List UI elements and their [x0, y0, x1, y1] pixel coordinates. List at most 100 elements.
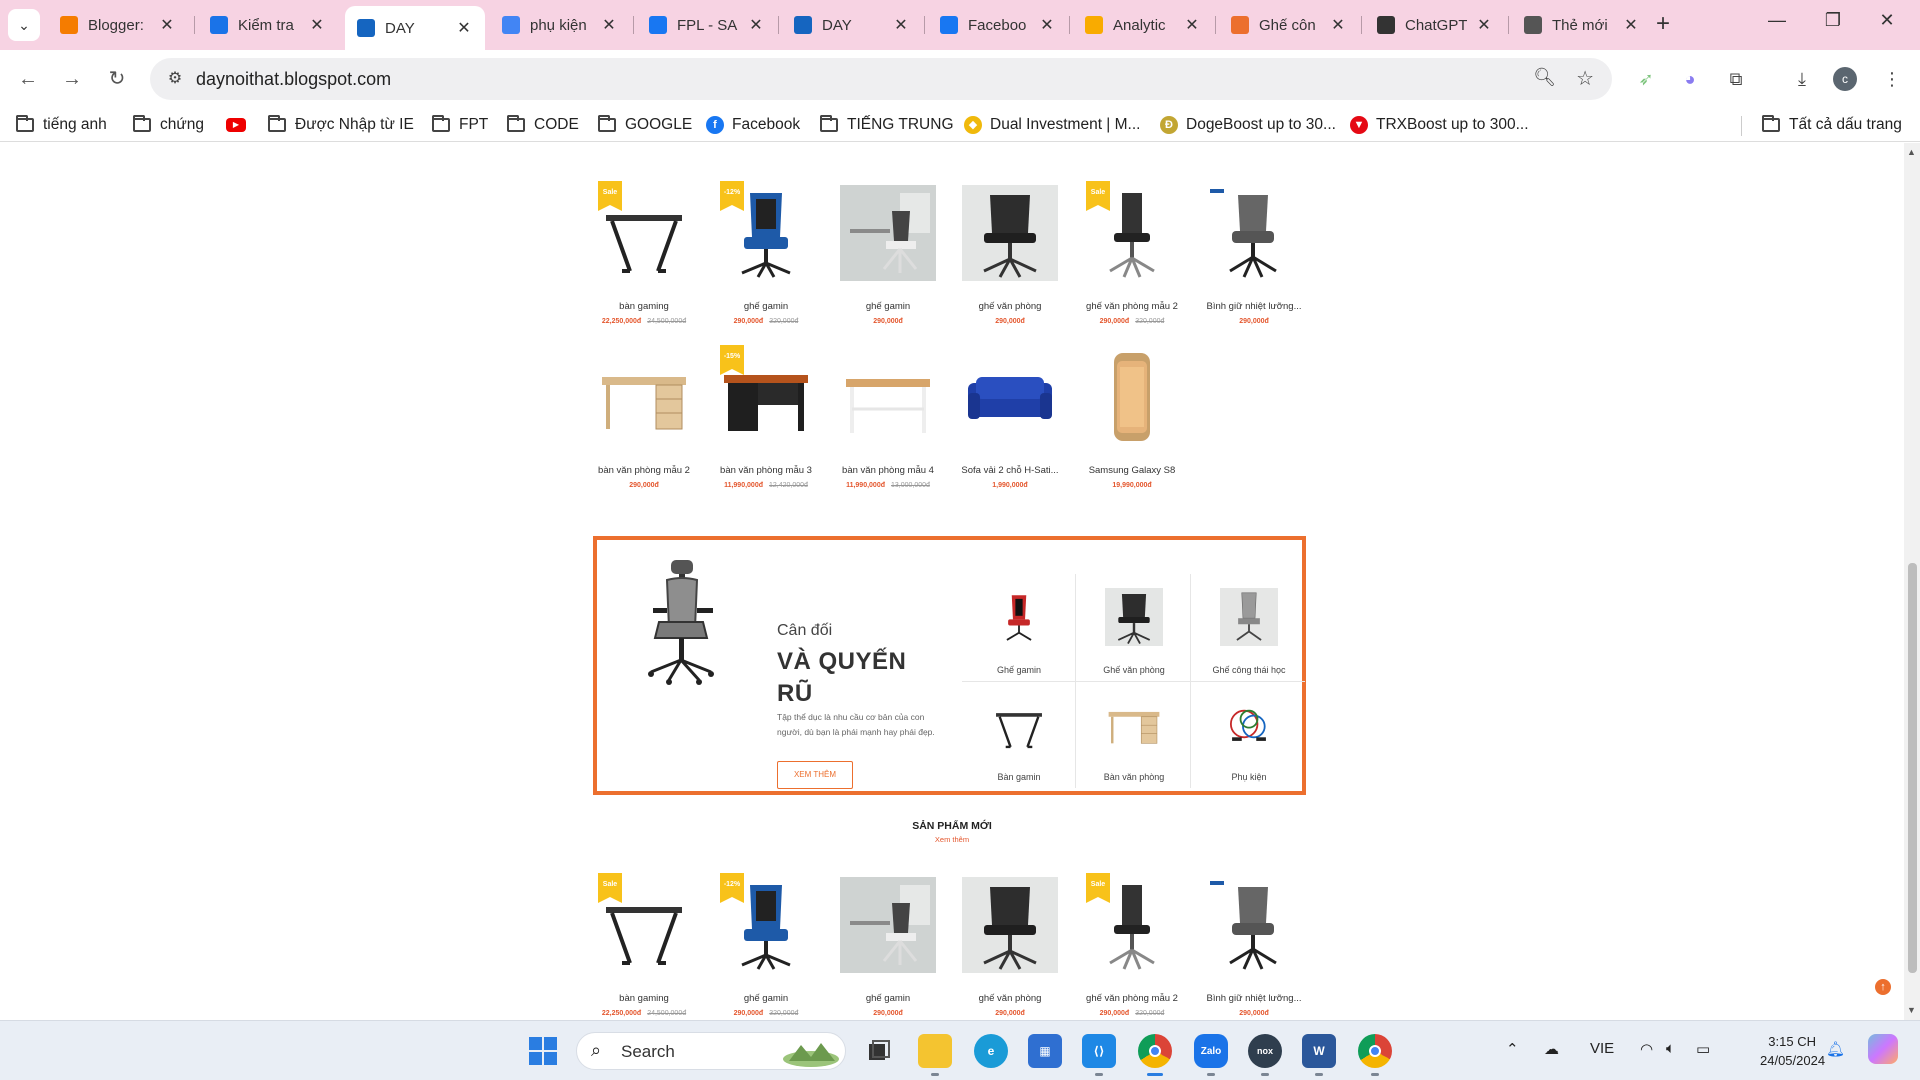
- product-card[interactable]: ghế văn phòng 290,000đ: [955, 181, 1065, 325]
- bookmark-7[interactable]: GOOGLE: [598, 114, 692, 136]
- edge-icon[interactable]: e: [974, 1034, 1008, 1068]
- product-card[interactable]: ghế gamin 290,000đ: [833, 181, 943, 325]
- product-name[interactable]: ghế văn phòng: [955, 993, 1065, 1004]
- product-image[interactable]: Sale: [592, 181, 696, 285]
- product-name[interactable]: Bình giữ nhiệt lưỡng...: [1199, 301, 1309, 312]
- product-name[interactable]: bàn văn phòng mẫu 4: [833, 465, 943, 476]
- banner-category-2[interactable]: Ghế văn phòng: [1077, 574, 1191, 681]
- close-tab-icon[interactable]: ✕: [1622, 15, 1640, 35]
- product-card[interactable]: Bình giữ nhiệt lưỡng... 290,000đ: [1199, 873, 1309, 1017]
- close-tab-icon[interactable]: ✕: [158, 15, 176, 35]
- product-name[interactable]: bàn văn phòng mẫu 3: [711, 465, 821, 476]
- profile-avatar[interactable]: c: [1833, 67, 1857, 91]
- product-image[interactable]: -15%: [714, 345, 818, 449]
- bookmark-8[interactable]: f Facebook: [706, 114, 800, 136]
- product-image[interactable]: [836, 873, 940, 977]
- banner-cta-button[interactable]: XEM THÊM: [777, 761, 853, 789]
- banner-category-4[interactable]: Bàn gamin: [962, 681, 1076, 788]
- product-image[interactable]: Sale: [1080, 873, 1184, 977]
- restore-button[interactable]: ❐: [1810, 10, 1856, 31]
- tab-5[interactable]: FPL - SA ✕: [637, 6, 777, 44]
- windows-start-icon[interactable]: [526, 1034, 560, 1068]
- close-tab-icon[interactable]: ✕: [455, 18, 473, 38]
- extensions-puzzle-icon[interactable]: ⧉: [1722, 65, 1750, 93]
- banner-category-6[interactable]: Phụ kiện: [1192, 681, 1306, 788]
- tab-6[interactable]: DAY ✕: [782, 6, 922, 44]
- tab-3[interactable]: DAY ✕: [345, 6, 485, 50]
- wifi-icon[interactable]: ◠: [1640, 1040, 1653, 1058]
- notification-bell-icon[interactable]: 🔔︎: [1826, 1040, 1845, 1058]
- tab-8[interactable]: Analytic ✕: [1073, 6, 1213, 44]
- file-explorer-icon[interactable]: [918, 1034, 952, 1076]
- product-card[interactable]: Bình giữ nhiệt lưỡng... 290,000đ: [1199, 181, 1309, 325]
- bookmark-12[interactable]: ▼ TRXBoost up to 300...: [1350, 114, 1529, 136]
- close-tab-icon[interactable]: ✕: [308, 15, 326, 35]
- scroll-up-arrow-icon[interactable]: ▲: [1907, 147, 1916, 157]
- bookmark-6[interactable]: CODE: [507, 114, 579, 136]
- product-card[interactable]: -12% ghế gamin 290,000đ 320,000đ: [711, 181, 821, 325]
- minimize-button[interactable]: —: [1754, 10, 1800, 31]
- task-view-icon[interactable]: [862, 1034, 896, 1068]
- product-name[interactable]: Bình giữ nhiệt lưỡng...: [1199, 993, 1309, 1004]
- chevron-up-icon[interactable]: ⌃: [1506, 1040, 1519, 1058]
- product-card[interactable]: bàn văn phòng mẫu 4 11,990,000đ 13,000,000…: [833, 345, 943, 489]
- volume-icon[interactable]: 🔈︎: [1666, 1040, 1675, 1057]
- bookmark-3[interactable]: ▶: [226, 114, 254, 136]
- reload-button[interactable]: ↻: [103, 65, 131, 93]
- bookmark-1[interactable]: tiếng anh: [16, 114, 107, 136]
- product-name[interactable]: ghế gamin: [833, 993, 943, 1004]
- extension-leaf-icon[interactable]: ➶: [1632, 65, 1660, 93]
- extension-purple-icon[interactable]: ◕: [1676, 65, 1704, 93]
- bookmark-13[interactable]: Tất cả dấu trang: [1762, 114, 1902, 136]
- product-image[interactable]: [958, 873, 1062, 977]
- scrollbar-thumb[interactable]: [1908, 563, 1917, 973]
- close-tab-icon[interactable]: ✕: [600, 15, 618, 35]
- forward-button[interactable]: →: [58, 65, 86, 93]
- scroll-down-arrow-icon[interactable]: ▼: [1907, 1005, 1916, 1015]
- product-card[interactable]: Sofa vải 2 chỗ H-Sati... 1,990,000đ: [955, 345, 1065, 489]
- chrome-profile-icon[interactable]: [1358, 1034, 1392, 1076]
- language-indicator[interactable]: VIE: [1590, 1040, 1614, 1057]
- product-name[interactable]: bàn gaming: [589, 301, 699, 312]
- address-bar[interactable]: ⚙ daynoithat.blogspot.com 🔍︎ ☆: [150, 58, 1612, 100]
- close-tab-icon[interactable]: ✕: [1329, 15, 1347, 35]
- product-name[interactable]: bàn gaming: [589, 993, 699, 1004]
- product-card[interactable]: bàn văn phòng mẫu 2 290,000đ: [589, 345, 699, 489]
- product-image[interactable]: [1202, 873, 1306, 977]
- product-name[interactable]: ghế văn phòng mẫu 2: [1077, 301, 1187, 312]
- menu-kebab-icon[interactable]: ⋮: [1878, 65, 1906, 93]
- bookmark-10[interactable]: ◆ Dual Investment | M...: [964, 114, 1140, 136]
- bookmark-9[interactable]: TIẾNG TRUNG: [820, 114, 954, 136]
- tab-1[interactable]: Blogger: ✕: [48, 6, 188, 44]
- product-name[interactable]: ghế văn phòng mẫu 2: [1077, 993, 1187, 1004]
- product-name[interactable]: ghế gamin: [711, 993, 821, 1004]
- back-to-top-button[interactable]: ↑: [1875, 979, 1891, 995]
- product-image[interactable]: [1202, 181, 1306, 285]
- new-tab-button[interactable]: +: [1650, 12, 1676, 38]
- bookmark-star-icon[interactable]: ☆: [1576, 66, 1594, 91]
- product-name[interactable]: Sofa vải 2 chỗ H-Sati...: [955, 465, 1065, 476]
- word-icon[interactable]: W: [1302, 1034, 1336, 1076]
- battery-icon[interactable]: ▭: [1696, 1040, 1710, 1058]
- product-card[interactable]: ghế gamin 290,000đ: [833, 873, 943, 1017]
- product-image[interactable]: [1080, 345, 1184, 449]
- new-products-more-link[interactable]: Xem thêm: [0, 835, 1904, 844]
- product-name[interactable]: Samsung Galaxy S8: [1077, 465, 1187, 476]
- system-clock[interactable]: 3:15 CH 24/05/2024: [1760, 1032, 1825, 1070]
- product-card[interactable]: -12% ghế gamin 290,000đ 320,000đ: [711, 873, 821, 1017]
- close-window-button[interactable]: ✕: [1864, 10, 1910, 31]
- product-name[interactable]: ghế gamin: [711, 301, 821, 312]
- product-card[interactable]: Sale bàn gaming 22,250,000đ 24,500,000đ: [589, 873, 699, 1017]
- product-image[interactable]: -12%: [714, 181, 818, 285]
- product-card[interactable]: Samsung Galaxy S8 19,990,000đ: [1077, 345, 1187, 489]
- zoom-icon[interactable]: 🔍︎: [1533, 67, 1556, 88]
- product-image[interactable]: Sale: [592, 873, 696, 977]
- zalo-icon[interactable]: Zalo: [1194, 1034, 1228, 1076]
- product-card[interactable]: Sale ghế văn phòng mẫu 2 290,000đ 320,000đ: [1077, 873, 1187, 1017]
- product-card[interactable]: Sale bàn gaming 22,250,000đ 24,500,000đ: [589, 181, 699, 325]
- bookmark-5[interactable]: FPT: [432, 114, 488, 136]
- nox-icon[interactable]: nox: [1248, 1034, 1282, 1076]
- product-card[interactable]: -15% bàn văn phòng mẫu 3 11,990,000đ 12,420…: [711, 345, 821, 489]
- banner-category-5[interactable]: Bàn văn phòng: [1077, 681, 1191, 788]
- close-tab-icon[interactable]: ✕: [747, 15, 765, 35]
